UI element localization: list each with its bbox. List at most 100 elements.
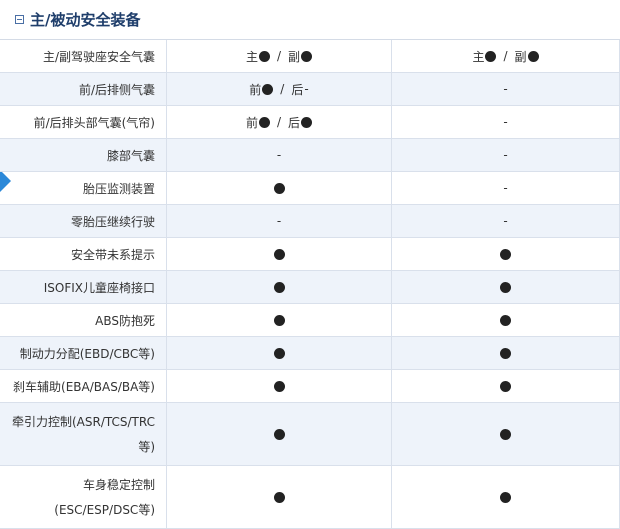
row-label-text: 零胎压继续行驶 bbox=[70, 214, 155, 229]
row-label-text: 膝部气囊 bbox=[106, 148, 155, 163]
filled-dot-icon bbox=[500, 248, 511, 260]
value-cell-col1 bbox=[167, 466, 392, 528]
section-title: 主/被动安全装备 bbox=[30, 11, 141, 29]
table-row: 零胎压继续行驶 - - bbox=[0, 205, 620, 238]
pair-a-label: 主 bbox=[472, 49, 485, 64]
pair-a-label: 前 bbox=[249, 82, 262, 97]
row-label-line: 车身稳定控制 bbox=[82, 478, 155, 492]
value-cell-col1: - bbox=[167, 139, 392, 171]
value-cell-col2: - bbox=[392, 73, 620, 105]
value-cell-col2: - bbox=[392, 172, 620, 204]
pair-value: 主 / 副 bbox=[246, 48, 313, 65]
filled-dot-icon bbox=[485, 50, 497, 62]
filled-dot-icon bbox=[273, 281, 285, 293]
value-cell-col2 bbox=[392, 370, 620, 402]
value-cell-col2: - bbox=[392, 106, 620, 138]
row-label-line: 牵引力控制(ASR/TCS/TRC bbox=[11, 415, 155, 429]
dash-text: - bbox=[503, 214, 508, 228]
table-row: 安全带未系提示 bbox=[0, 238, 620, 271]
value-cell-col2 bbox=[392, 403, 620, 465]
table-row: ABS防抱死 bbox=[0, 304, 620, 337]
row-label: 刹车辅助(EBA/BAS/BA等) bbox=[0, 370, 167, 402]
value-cell-col1 bbox=[167, 172, 392, 204]
pair-a-label: 前 bbox=[245, 115, 258, 130]
row-label-text: 前/后排头部气囊(气帘) bbox=[33, 115, 155, 130]
value-cell-col2 bbox=[392, 304, 620, 336]
filled-dot-icon bbox=[273, 380, 285, 392]
pair-b-state: - bbox=[304, 82, 309, 96]
pair-value: 主 / 副 bbox=[472, 48, 539, 65]
filled-dot-icon bbox=[273, 428, 285, 440]
table-row: 刹车辅助(EBA/BAS/BA等) bbox=[0, 370, 620, 403]
spec-table: 主/副驾驶座安全气囊主 / 副主 / 副前/后排侧气囊前 / 后 - - 前/后排头部气囊(气帘)… bbox=[0, 40, 620, 529]
pair-value: 前 / 后 - bbox=[249, 81, 308, 98]
row-label: ABS防抱死 bbox=[0, 304, 167, 336]
value-cell-col2 bbox=[392, 271, 620, 303]
dash-text: - bbox=[503, 115, 508, 129]
row-label: 牵引力控制(ASR/TCS/TRC 等) bbox=[0, 403, 167, 465]
separator: / bbox=[280, 82, 285, 96]
table-row: 前/后排头部气囊(气帘) 前 / 后 - bbox=[0, 106, 620, 139]
filled-dot-icon bbox=[500, 428, 511, 440]
value-cell-col1: 前 / 后 bbox=[167, 106, 392, 138]
filled-dot-icon bbox=[500, 380, 511, 392]
filled-dot-icon bbox=[500, 491, 511, 503]
dash-text: - bbox=[503, 148, 508, 162]
dash-text: - bbox=[503, 82, 508, 96]
table-row: 制动力分配(EBD/CBC等) bbox=[0, 337, 620, 370]
value-cell-col2: 主 / 副 bbox=[392, 40, 620, 72]
dash-text: - bbox=[503, 181, 508, 195]
row-label-line: (ESC/ESP/DSC等) bbox=[54, 503, 155, 517]
dash-text: - bbox=[276, 148, 282, 162]
row-label-text: 安全带未系提示 bbox=[70, 247, 155, 262]
value-cell-col1 bbox=[167, 271, 392, 303]
pair-b-label: 副 bbox=[514, 49, 527, 64]
separator: / bbox=[503, 49, 508, 63]
value-cell-col1: - bbox=[167, 205, 392, 237]
table-row: ISOFIX儿童座椅接口 bbox=[0, 271, 620, 304]
filled-dot-icon bbox=[273, 491, 285, 503]
pair-value: 前 / 后 bbox=[245, 114, 313, 131]
pair-b-label: 后 bbox=[288, 115, 301, 130]
filled-dot-icon bbox=[262, 83, 274, 95]
row-label-text: 刹车辅助(EBA/BAS/BA等) bbox=[13, 379, 155, 394]
value-cell-col2 bbox=[392, 466, 620, 528]
pair-b-label: 副 bbox=[288, 49, 301, 64]
value-cell-col2: - bbox=[392, 139, 620, 171]
value-cell-col1: 前 / 后 - bbox=[167, 73, 392, 105]
value-cell-col1 bbox=[167, 403, 392, 465]
row-label: 零胎压继续行驶 bbox=[0, 205, 167, 237]
value-cell-col1 bbox=[167, 304, 392, 336]
table-row: 车身稳定控制 (ESC/ESP/DSC等) bbox=[0, 466, 620, 529]
filled-dot-icon bbox=[527, 50, 539, 62]
row-label-text: ABS防抱死 bbox=[95, 313, 155, 328]
filled-dot-icon bbox=[273, 182, 285, 194]
row-label: 前/后排头部气囊(气帘) bbox=[0, 106, 167, 138]
table-row: 前/后排侧气囊前 / 后 - - bbox=[0, 73, 620, 106]
table-row: 胎压监测装置 - bbox=[0, 172, 620, 205]
row-label: 车身稳定控制 (ESC/ESP/DSC等) bbox=[0, 466, 167, 528]
row-label: 膝部气囊 bbox=[0, 139, 167, 171]
row-label-text: 前/后排侧气囊 bbox=[78, 82, 155, 97]
row-label-text: 主/副驾驶座安全气囊 bbox=[42, 49, 155, 64]
value-cell-col2 bbox=[392, 337, 620, 369]
filled-dot-icon bbox=[273, 248, 285, 260]
row-label-text: 制动力分配(EBD/CBC等) bbox=[19, 346, 155, 361]
separator: / bbox=[276, 49, 282, 63]
collapse-icon[interactable] bbox=[15, 15, 24, 24]
row-label-text: ISOFIX儿童座椅接口 bbox=[43, 280, 155, 295]
table-row: 牵引力控制(ASR/TCS/TRC 等) bbox=[0, 403, 620, 466]
filled-dot-icon bbox=[258, 116, 270, 128]
row-label-line: 等) bbox=[138, 440, 155, 454]
section-header[interactable]: 主/被动安全装备 bbox=[0, 0, 620, 40]
row-label: 胎压监测装置 bbox=[0, 172, 167, 204]
value-cell-col2: - bbox=[392, 205, 620, 237]
filled-dot-icon bbox=[500, 281, 511, 293]
pair-b-label: 后 bbox=[291, 82, 304, 97]
filled-dot-icon bbox=[500, 347, 511, 359]
value-cell-col1 bbox=[167, 238, 392, 270]
filled-dot-icon bbox=[273, 347, 285, 359]
filled-dot-icon bbox=[301, 116, 313, 128]
row-label: ISOFIX儿童座椅接口 bbox=[0, 271, 167, 303]
separator: / bbox=[276, 115, 282, 129]
